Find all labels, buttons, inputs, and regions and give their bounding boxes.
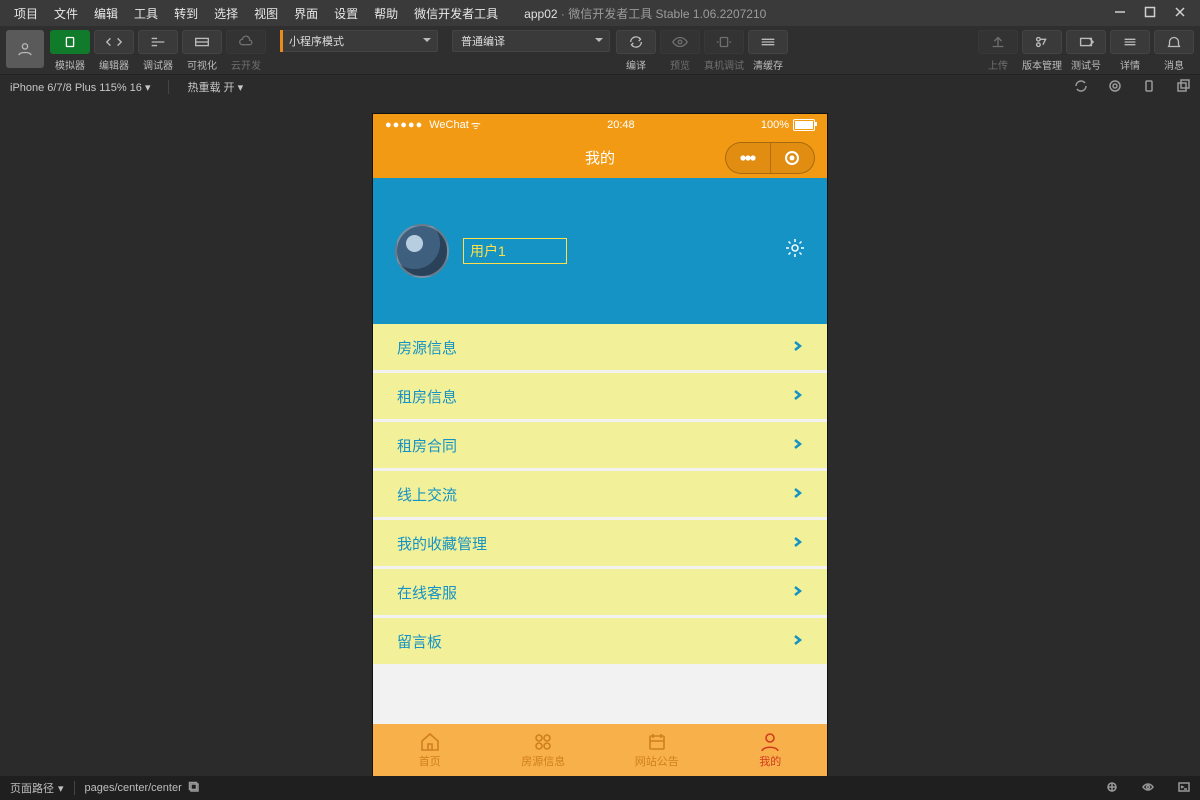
message-button[interactable] <box>1154 30 1194 54</box>
detail-label: 详情 <box>1120 57 1140 72</box>
username-field[interactable]: 用户1 <box>463 238 567 264</box>
wifi-icon: ᯤ <box>471 118 481 133</box>
tab-announce[interactable]: 网站公告 <box>600 724 714 776</box>
battery-indicator: 100% <box>761 119 815 131</box>
list-item[interactable]: 线上交流 <box>373 471 827 517</box>
debugger-label: 调试器 <box>143 57 173 72</box>
clear-label: 清缓存 <box>753 57 783 72</box>
menu-tools[interactable]: 工具 <box>126 5 166 22</box>
menu-view[interactable]: 视图 <box>246 5 286 22</box>
page-path-label: 页面路径 <box>10 780 54 796</box>
capsule-menu-icon[interactable] <box>726 143 771 173</box>
preview-button[interactable] <box>660 30 700 54</box>
menu-ui[interactable]: 界面 <box>286 5 326 22</box>
editor-label: 编辑器 <box>99 57 129 72</box>
menu-select[interactable]: 选择 <box>206 5 246 22</box>
upload-label: 上传 <box>988 57 1008 72</box>
menu-wechat-devtools[interactable]: 微信开发者工具 <box>406 5 506 22</box>
list-item[interactable]: 留言板 <box>373 618 827 664</box>
preview-label: 预览 <box>670 57 690 72</box>
menu-list: 房源信息 租房信息 租房合同 线上交流 我的收藏管理 在线客服 留言板 <box>373 324 827 664</box>
menu-bar: 项目 文件 编辑 工具 转到 选择 视图 界面 设置 帮助 微信开发者工具 ap… <box>0 0 1200 26</box>
list-item[interactable]: 在线客服 <box>373 569 827 615</box>
simulator-viewport: ●●●●● WeChat ᯤ 20:48 100% 我的 用户1 房源信息 租房… <box>373 114 827 776</box>
user-avatar[interactable] <box>395 224 449 278</box>
page-title: 我的 <box>585 147 615 168</box>
refresh-icon[interactable] <box>1074 79 1088 96</box>
chevron-right-icon <box>791 584 803 601</box>
tab-mine[interactable]: 我的 <box>714 724 828 776</box>
chevron-right-icon <box>791 388 803 405</box>
window-title: app02 · 微信开发者工具 Stable 1.06.2207210 <box>524 5 766 22</box>
list-item[interactable]: 租房合同 <box>373 422 827 468</box>
status-bar: 页面路径 ▾ pages/center/center <box>0 776 1200 800</box>
device-select[interactable]: iPhone 6/7/8 Plus 115% 16 ▾ <box>10 81 150 94</box>
debugger-toggle[interactable] <box>138 30 178 54</box>
cloud-label: 云开发 <box>231 57 261 72</box>
mode-select[interactable]: 小程序模式 <box>280 30 438 52</box>
chevron-right-icon <box>791 535 803 552</box>
bug-icon[interactable] <box>1100 781 1118 796</box>
capsule-close-icon[interactable] <box>771 143 815 173</box>
profile-header: 用户1 <box>373 178 827 324</box>
list-item[interactable]: 我的收藏管理 <box>373 520 827 566</box>
upload-button[interactable] <box>978 30 1018 54</box>
remote-label: 真机调试 <box>704 57 744 72</box>
device-frame-icon[interactable] <box>1142 79 1156 96</box>
eye-icon[interactable] <box>1136 781 1154 796</box>
window-maximize-icon[interactable] <box>1144 6 1156 21</box>
menu-goto[interactable]: 转到 <box>166 5 206 22</box>
status-time: 20:48 <box>481 119 761 131</box>
compile-label: 编译 <box>626 57 646 72</box>
compile-select[interactable]: 普通编译 <box>452 30 610 52</box>
menu-project[interactable]: 项目 <box>6 5 46 22</box>
phone-status-bar: ●●●●● WeChat ᯤ 20:48 100% <box>373 114 827 136</box>
simulator-stage: ●●●●● WeChat ᯤ 20:48 100% 我的 用户1 房源信息 租房… <box>0 94 1200 776</box>
chevron-right-icon <box>791 486 803 503</box>
toolbar: 模拟器 编辑器 调试器 可视化 云开发 小程序模式 普通编译 编译 预览 真机调… <box>0 26 1200 75</box>
tab-listings[interactable]: 房源信息 <box>487 724 601 776</box>
page-path-value: pages/center/center <box>85 782 182 794</box>
list-item[interactable]: 房源信息 <box>373 324 827 370</box>
settings-icon[interactable] <box>785 238 805 261</box>
testid-label: 测试号 <box>1071 57 1101 72</box>
hot-reload-toggle[interactable]: 热重载 开 ▾ <box>187 79 243 95</box>
popout-icon[interactable] <box>1176 79 1190 96</box>
page-navbar: 我的 <box>373 136 827 178</box>
carrier-label: WeChat <box>429 119 469 131</box>
simulator-toggle[interactable] <box>50 30 90 54</box>
cloud-toggle[interactable] <box>226 30 266 54</box>
menu-file[interactable]: 文件 <box>46 5 86 22</box>
remote-debug-button[interactable] <box>704 30 744 54</box>
visual-toggle[interactable] <box>182 30 222 54</box>
window-minimize-icon[interactable] <box>1114 6 1126 21</box>
list-item[interactable]: 租房信息 <box>373 373 827 419</box>
compile-button[interactable] <box>616 30 656 54</box>
clear-cache-button[interactable] <box>748 30 788 54</box>
record-icon[interactable] <box>1108 79 1122 96</box>
editor-toggle[interactable] <box>94 30 134 54</box>
version-button[interactable] <box>1022 30 1062 54</box>
tab-home[interactable]: 首页 <box>373 724 487 776</box>
signal-icon: ●●●●● <box>385 119 423 131</box>
testid-button[interactable] <box>1066 30 1106 54</box>
copy-path-icon[interactable] <box>182 781 200 796</box>
terminal-icon[interactable] <box>1172 781 1190 796</box>
account-avatar[interactable] <box>6 30 44 68</box>
simulator-label: 模拟器 <box>55 57 85 72</box>
visual-label: 可视化 <box>187 57 217 72</box>
tab-bar: 首页 房源信息 网站公告 我的 <box>373 724 827 776</box>
detail-button[interactable] <box>1110 30 1150 54</box>
chevron-right-icon <box>791 339 803 356</box>
version-label: 版本管理 <box>1022 57 1062 72</box>
chevron-right-icon <box>791 633 803 650</box>
window-close-icon[interactable] <box>1174 6 1186 21</box>
chevron-right-icon <box>791 437 803 454</box>
menu-help[interactable]: 帮助 <box>366 5 406 22</box>
message-label: 消息 <box>1164 57 1184 72</box>
capsule <box>725 142 815 174</box>
menu-edit[interactable]: 编辑 <box>86 5 126 22</box>
menu-settings[interactable]: 设置 <box>326 5 366 22</box>
